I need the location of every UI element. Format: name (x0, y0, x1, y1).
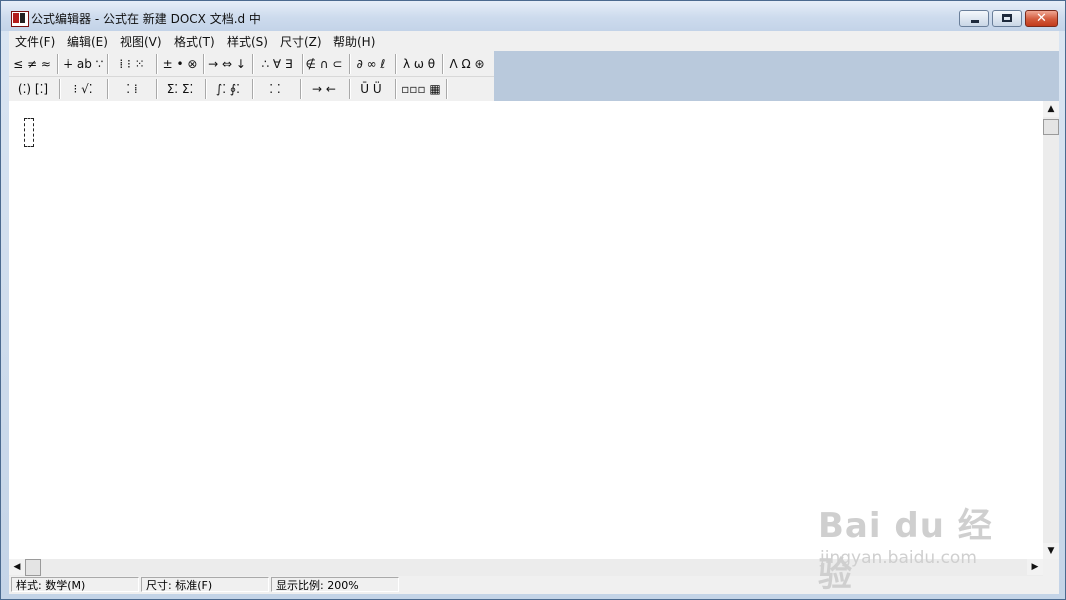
title-bar[interactable]: 公式编辑器 - 公式在 新建 DOCX 文档.d 中 ✕ (1, 1, 1065, 31)
palette-products-button[interactable]: Ū Ü (351, 78, 391, 100)
status-zoom: 显示比例: 200% (271, 577, 399, 592)
palette-relations-button[interactable]: ≤ ≠ ≈ (13, 53, 51, 75)
palette-divider (9, 76, 494, 77)
palette-set-theory-button[interactable]: ∉ ∩ ⊂ (304, 53, 344, 75)
scroll-left-icon[interactable]: ◀ (9, 559, 25, 575)
equation-slot-placeholder[interactable] (24, 118, 34, 147)
app-icon (11, 11, 29, 27)
maximize-icon (1002, 14, 1012, 22)
menu-size[interactable]: 尺寸(Z) (280, 33, 322, 50)
watermark-url: jingyan.baidu.com (820, 548, 977, 568)
window-title: 公式编辑器 - 公式在 新建 DOCX 文档.d 中 (31, 12, 261, 26)
palette-bars-button[interactable]: ⁚ ⁚ (255, 78, 295, 100)
palette-separator (107, 54, 109, 74)
menu-edit[interactable]: 编辑(E) (67, 33, 108, 50)
maximize-button[interactable] (992, 10, 1022, 27)
palette-separator (395, 54, 397, 74)
palette-integral-button[interactable]: ∫⁚ ∮⁚ (207, 78, 249, 100)
menu-view[interactable]: 视图(V) (120, 33, 162, 50)
palette-fraction-radical-button[interactable]: ⁝ √⁚ (63, 78, 103, 100)
minimize-icon (971, 20, 979, 23)
palette-separator (442, 54, 444, 74)
palette-arrows-button[interactable]: → ⇔ ↓ (206, 53, 248, 75)
horizontal-scroll-thumb[interactable] (25, 559, 41, 576)
status-style: 样式: 数学(M) (11, 577, 139, 592)
palette-summation-button[interactable]: Σ⁚ Σ⁚ (159, 78, 201, 100)
scroll-up-icon[interactable]: ▲ (1043, 101, 1059, 117)
menu-file[interactable]: 文件(F) (15, 33, 55, 50)
scrollbar-corner (1043, 559, 1059, 576)
minimize-button[interactable] (959, 10, 989, 27)
menu-style[interactable]: 样式(S) (227, 33, 268, 50)
palette-separator (395, 79, 397, 99)
palette-background (494, 51, 1059, 101)
menu-bar: 文件(F) 编辑(E) 视图(V) 格式(T) 样式(S) 尺寸(Z) 帮助(H… (9, 31, 1059, 51)
palette-embellishments-button[interactable]: ⁞ ⁝ ⁙ (112, 53, 152, 75)
palette-separator (156, 79, 158, 99)
palette-logic-button[interactable]: ∴ ∀ ∃ (255, 53, 299, 75)
palette-separator (252, 54, 254, 74)
palette-separator (446, 79, 448, 99)
palette-separator (252, 79, 254, 99)
scroll-down-icon[interactable]: ▼ (1043, 543, 1059, 559)
palette-scripts-button[interactable]: ⁚ ⁞ (112, 78, 152, 100)
palette-separator (203, 54, 205, 74)
symbol-template-palette: ≤ ≠ ≈ ∔ ab ∵ ⁞ ⁝ ⁙ ± • ⊗ → ⇔ ↓ ∴ ∀ ∃ ∉ ∩… (9, 51, 494, 101)
palette-separator (156, 54, 158, 74)
close-icon: ✕ (1036, 11, 1047, 26)
palette-greek-upper-button[interactable]: Λ Ω ⊛ (445, 53, 489, 75)
palette-greek-lower-button[interactable]: λ ω θ (399, 53, 439, 75)
palette-operators-button[interactable]: ± • ⊗ (160, 53, 200, 75)
close-button[interactable]: ✕ (1025, 10, 1058, 27)
menu-format[interactable]: 格式(T) (174, 33, 215, 50)
vertical-scroll-thumb[interactable] (1043, 119, 1059, 135)
palette-separator (300, 79, 302, 99)
palette-misc-symbols-button[interactable]: ∂ ∞ ℓ (351, 53, 391, 75)
baidu-jingyan-watermark: Bai du 经验 jingyan.baidu.com (818, 488, 1018, 595)
palette-spaces-button[interactable]: ∔ ab ∵ (63, 53, 103, 75)
palette-separator (107, 79, 109, 99)
palette-separator (57, 54, 59, 74)
palette-labeled-arrows-button[interactable]: → ← (303, 78, 345, 100)
vertical-scrollbar[interactable]: ▲ ▼ (1043, 101, 1059, 559)
palette-matrix-button[interactable]: ▫▫▫ ▦ (399, 78, 443, 100)
watermark-logo: Bai du 经验 (818, 506, 993, 595)
palette-separator (59, 79, 61, 99)
scroll-right-icon[interactable]: ▶ (1027, 559, 1043, 575)
palette-fences-button[interactable]: (⁚) [⁚] (13, 78, 53, 100)
status-size: 尺寸: 标准(F) (141, 577, 269, 592)
menu-help[interactable]: 帮助(H) (333, 33, 375, 50)
